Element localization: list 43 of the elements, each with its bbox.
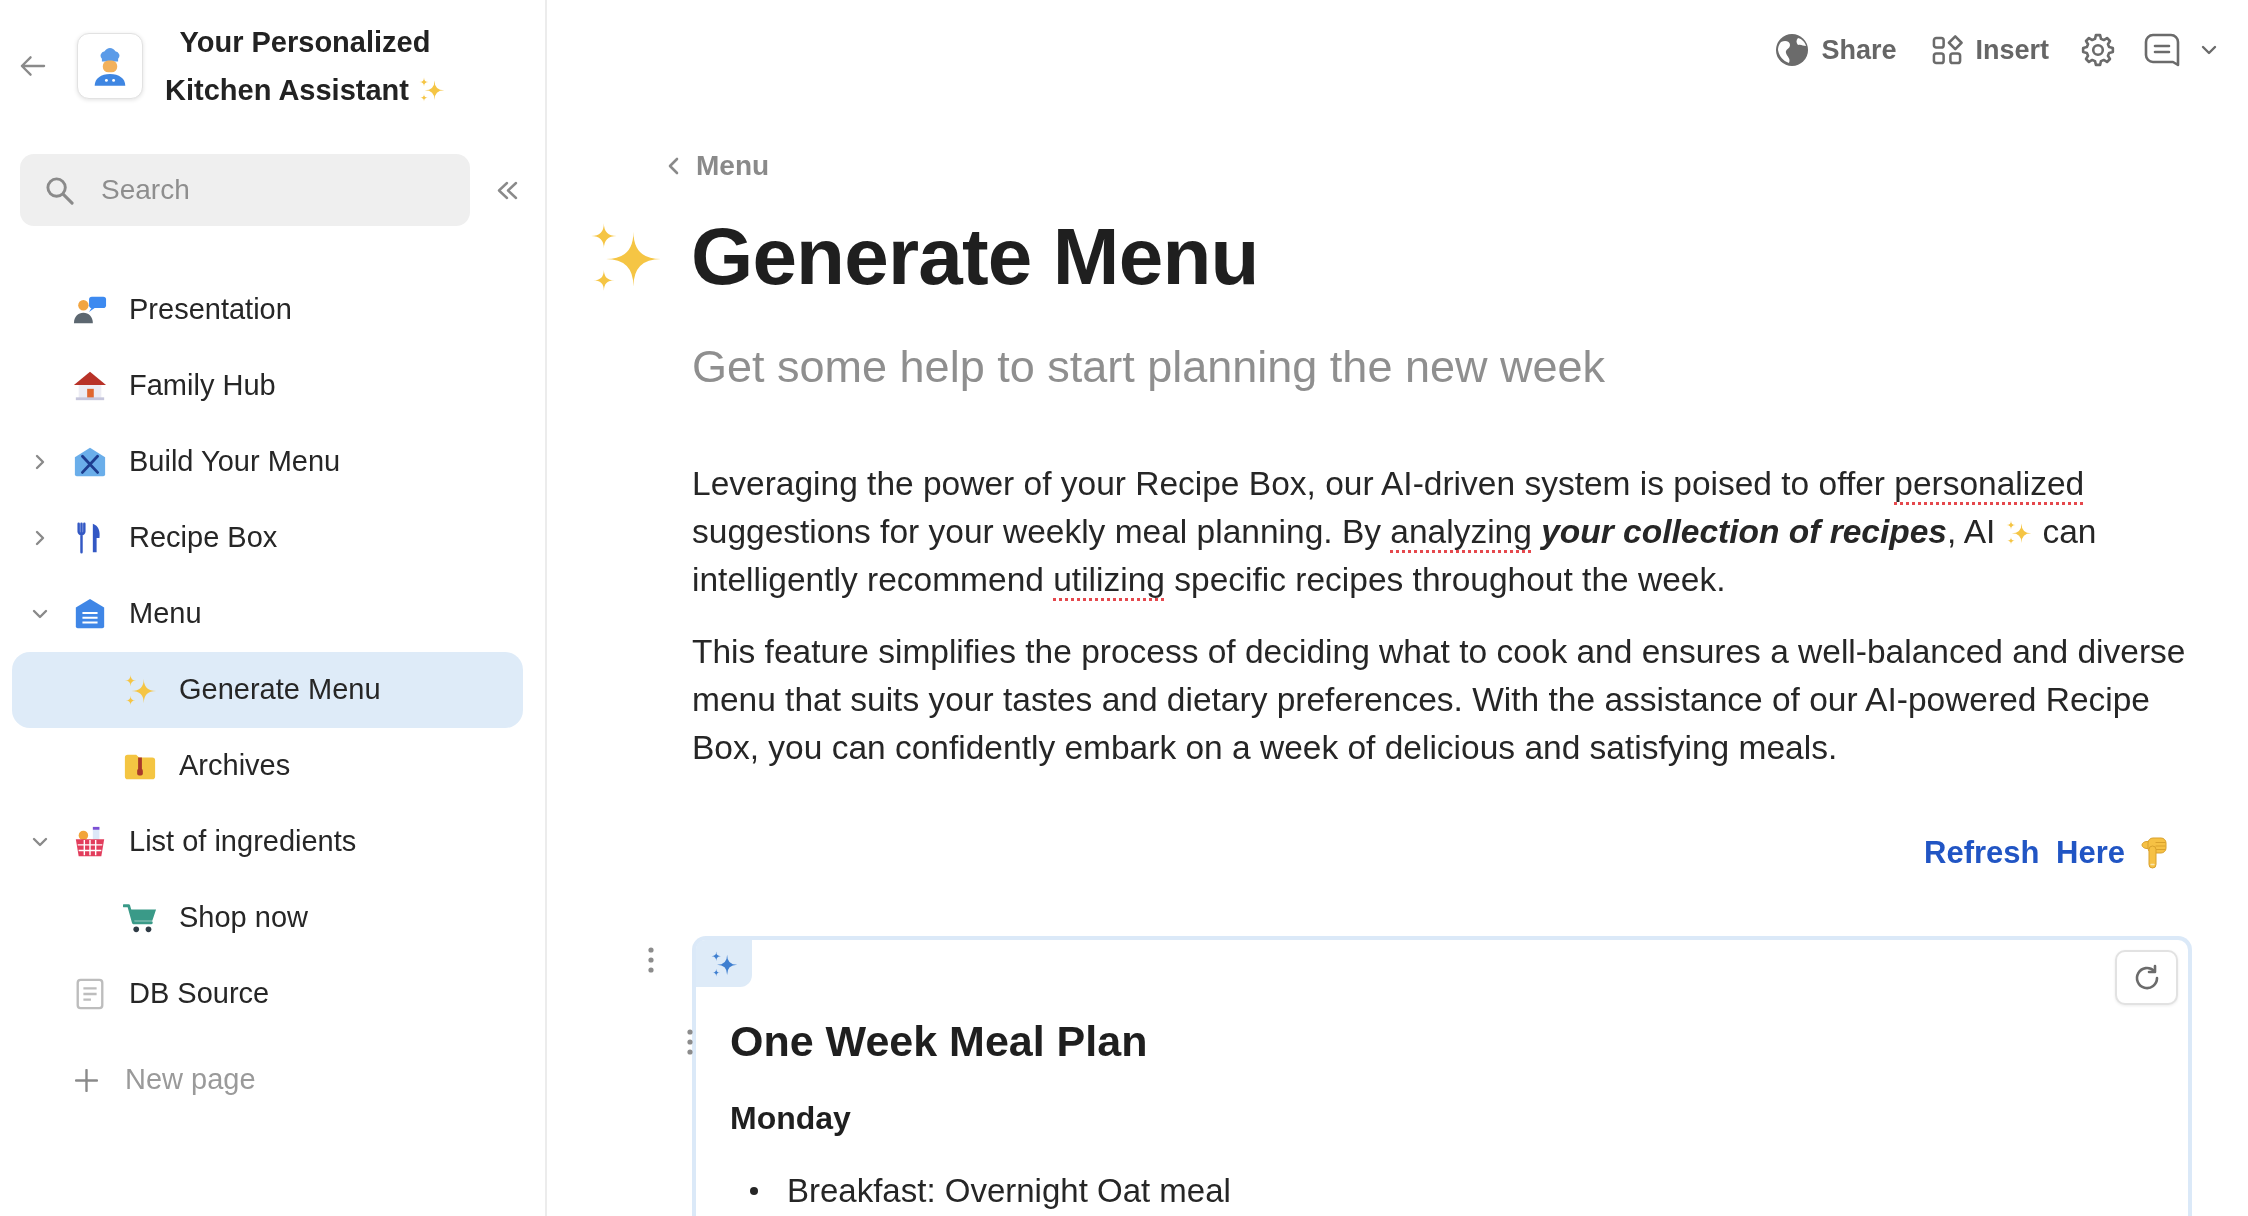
chevron-left-icon: [667, 157, 679, 175]
house-icon: [73, 369, 107, 403]
hand-pointing-down-icon: [2141, 837, 2167, 869]
sidebar-item[interactable]: Build Your Menu: [12, 424, 523, 500]
meal-plan-heading: One Week Meal Plan: [730, 1017, 1148, 1065]
sidebar-item[interactable]: DB Source: [12, 956, 523, 1032]
drag-handle-icon[interactable]: [687, 1029, 693, 1055]
search-icon: [45, 176, 74, 205]
share-button[interactable]: Share: [1775, 29, 1897, 71]
settings-icon[interactable]: [2081, 33, 2115, 67]
sidebar-item[interactable]: Recipe Box: [12, 500, 523, 576]
search-field[interactable]: Search: [20, 154, 470, 226]
paragraph-text: This feature simplifies the process of deciding what to cook and ensures a well-balanced and diverse menu that suits your tastes and dietary preferences. With the assistance of our AI-powered Recipe Box, you can confidently embark on a week of delicious and satisfying meals.: [692, 632, 2187, 768]
sidebar-item[interactable]: Archives: [12, 728, 523, 804]
list-card-icon: [73, 597, 107, 631]
sidebar-item[interactable]: Shop now: [12, 880, 523, 956]
globe-icon: [1775, 33, 1810, 67]
sidebar-item[interactable]: Presentation: [12, 272, 523, 348]
shapes-icon: [1932, 34, 1964, 66]
plus-icon: [75, 1068, 98, 1092]
insert-button[interactable]: Insert: [1932, 29, 2049, 71]
sidebar-item[interactable]: Generate Menu: [12, 652, 523, 728]
page-title: Generate Menu: [691, 217, 1259, 297]
chef-icon: [77, 33, 143, 99]
back-arrow-icon[interactable]: [19, 54, 46, 78]
page-subtitle: Get some help to start planning the new week: [692, 344, 1606, 389]
refresh-link[interactable]: Refresh Here: [1924, 833, 2125, 873]
cart-icon: [123, 901, 157, 935]
comment-icon[interactable]: [2144, 33, 2180, 67]
sidebar-item[interactable]: Family Hub: [12, 348, 523, 424]
sidebar-item[interactable]: Menu: [12, 576, 523, 652]
drag-handle-icon[interactable]: [648, 947, 654, 973]
paragraph-text: Leveraging the power of your Recipe Box, our AI-driven system is poised to offer personalized suggestions for your weekly meal planning. By analyzing your collection of recipes, AI can intelligently recommend utilizing specific recipes throughout the week.: [692, 464, 2098, 600]
sidebar-item[interactable]: List of ingredients: [12, 804, 523, 880]
basket-icon: [73, 825, 107, 859]
collapse-sidebar-icon[interactable]: [496, 180, 519, 200]
workspace-title: Your Personalized Kitchen Assistant: [165, 26, 431, 106]
list-item-text: Breakfast: Overnight Oat meal: [787, 1171, 1231, 1211]
refresh-button[interactable]: [2115, 950, 2178, 1005]
bullet-icon: [750, 1187, 758, 1195]
chevron-down-icon[interactable]: [2201, 45, 2217, 55]
day-heading: Monday: [730, 1099, 851, 1138]
crossed-utensils-icon: [73, 445, 107, 479]
